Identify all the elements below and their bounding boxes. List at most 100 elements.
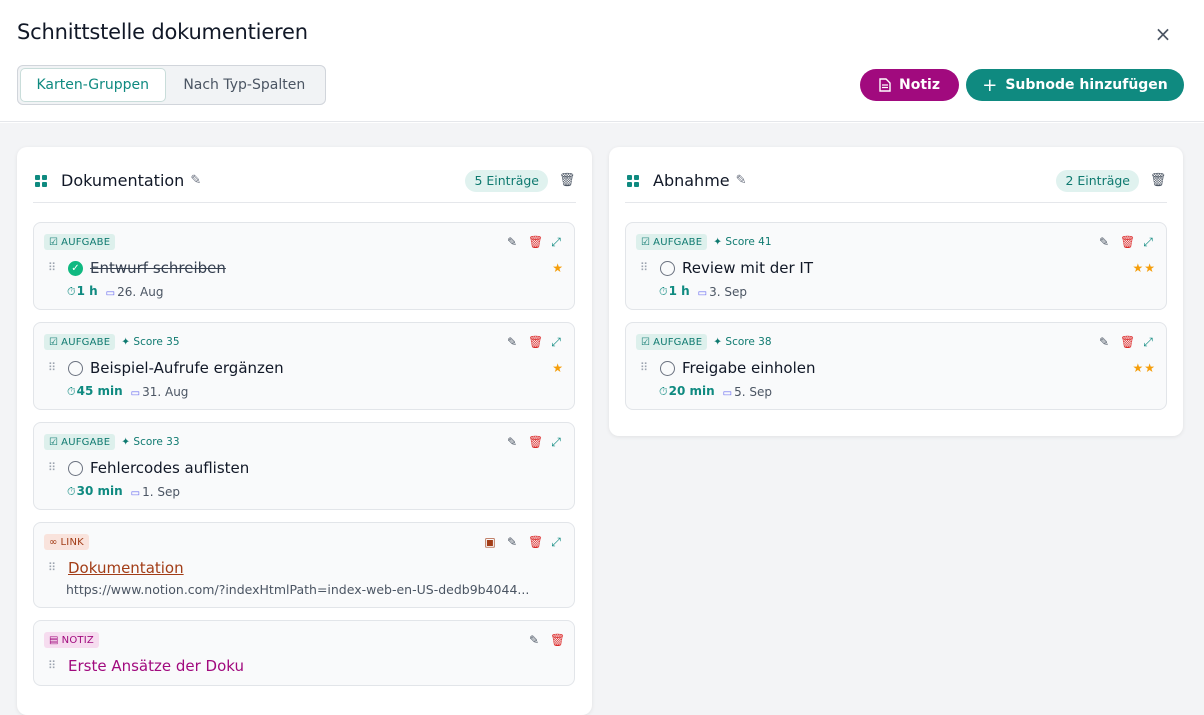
- stopwatch-icon: ⏱: [659, 385, 668, 398]
- duration: 30 min: [76, 484, 123, 498]
- add-subnode-button[interactable]: + Subnode hinzufügen: [966, 69, 1184, 101]
- group-title: Abnahme: [653, 171, 730, 190]
- task-tag: ☑ AUFGABE: [44, 234, 116, 250]
- dialog-header: Schnittstelle dokumentieren × Karten-Gru…: [0, 0, 1204, 122]
- tab-nach-typ-spalten[interactable]: Nach Typ-Spalten: [166, 68, 323, 102]
- add-note-label: Notiz: [899, 77, 940, 93]
- trash-icon[interactable]: 🗑: [528, 335, 543, 349]
- pencil-icon[interactable]: ✎: [190, 173, 201, 188]
- priority-stars: ★★: [1132, 361, 1156, 375]
- drag-handle-icon[interactable]: ⠿: [48, 262, 56, 273]
- task-card[interactable]: ☑ AUFGABE ✦ Score 41 ✎ 🗑 ⤢ ⠿ Review mit d…: [625, 222, 1167, 310]
- status-circle-icon[interactable]: [68, 460, 83, 476]
- trash-icon[interactable]: 🗑: [528, 435, 543, 449]
- trash-icon[interactable]: 🗑: [528, 535, 543, 549]
- group-title: Dokumentation: [61, 171, 185, 190]
- task-card[interactable]: ☑ AUFGABE ✦ Score 33 ✎ 🗑 ⤢ ⠿ Fehlercodes …: [33, 422, 575, 510]
- link-title[interactable]: Dokumentation: [68, 559, 184, 577]
- drag-handle-icon[interactable]: ⠿: [48, 660, 56, 671]
- status-circle-icon[interactable]: [660, 360, 675, 376]
- status-circle-icon[interactable]: [660, 260, 675, 276]
- calendar-icon: ▭: [722, 387, 733, 399]
- checkbox-icon: ☑: [49, 336, 59, 348]
- task-tag: ☑ AUFGABE: [636, 334, 708, 350]
- trash-icon[interactable]: 🗑: [1149, 173, 1167, 188]
- duration: 20 min: [668, 384, 715, 398]
- grid-icon: [627, 174, 639, 187]
- document-icon: ▤: [49, 634, 59, 646]
- checkbox-icon: ☑: [641, 236, 651, 248]
- pencil-icon[interactable]: ✎: [1098, 335, 1110, 349]
- pencil-icon[interactable]: ✎: [736, 173, 747, 188]
- task-card[interactable]: ☑ AUFGABE ✦ Score 38 ✎ 🗑 ⤢ ⠿ Freigabe ein…: [625, 322, 1167, 410]
- add-note-button[interactable]: Notiz: [860, 69, 959, 101]
- calendar-icon: ▭: [130, 387, 141, 399]
- task-card[interactable]: ☑ AUFGABE ✎ 🗑 ⤢ ⠿ ✓ Entwurf schreiben ★ ⏱…: [33, 222, 575, 310]
- trash-icon[interactable]: 🗑: [558, 173, 576, 188]
- task-tag: ☑ AUFGABE: [636, 234, 708, 250]
- close-icon[interactable]: ×: [1150, 22, 1176, 46]
- priority-stars: ★★: [1132, 261, 1156, 275]
- due-date: 31. Aug: [142, 384, 189, 399]
- plus-icon: +: [982, 74, 998, 96]
- score-label: ✦ Score 35: [121, 336, 180, 348]
- task-tag: ☑ AUFGABE: [44, 334, 116, 350]
- group-header: Abnahme ✎ 2 Einträge 🗑: [625, 159, 1167, 203]
- expand-icon[interactable]: ⤢: [1142, 335, 1154, 349]
- stopwatch-icon: ⏱: [67, 385, 76, 398]
- add-subnode-label: Subnode hinzufügen: [1005, 77, 1168, 93]
- count-badge: 2 Einträge: [1056, 169, 1139, 192]
- stopwatch-icon: ⏱: [67, 285, 76, 298]
- drag-handle-icon[interactable]: ⠿: [640, 262, 648, 273]
- expand-icon[interactable]: ⤢: [550, 435, 562, 449]
- duration: 1 h: [76, 284, 98, 298]
- drag-handle-icon[interactable]: ⠿: [48, 462, 56, 473]
- view-toggle: Karten-Gruppen Nach Typ-Spalten: [17, 65, 326, 105]
- pencil-icon[interactable]: ✎: [1098, 235, 1110, 249]
- pencil-icon[interactable]: ✎: [506, 235, 518, 249]
- check-circle-icon[interactable]: ✓: [68, 260, 83, 276]
- trash-icon[interactable]: 🗑: [1120, 335, 1135, 349]
- calendar-icon: ▭: [697, 287, 708, 299]
- stopwatch-icon: ⏱: [67, 485, 76, 498]
- expand-icon[interactable]: ⤢: [1142, 235, 1154, 249]
- pencil-icon[interactable]: ✎: [506, 335, 518, 349]
- score-label: ✦ Score 41: [713, 236, 772, 248]
- link-card[interactable]: ∞ LINK ▣ ✎ 🗑 ⤢ ⠿ Dokumentation https://ww…: [33, 522, 575, 608]
- tab-karten-gruppen[interactable]: Karten-Gruppen: [20, 68, 166, 102]
- calendar-icon[interactable]: ▣: [484, 535, 496, 549]
- link-tag: ∞ LINK: [44, 534, 89, 550]
- pencil-icon[interactable]: ✎: [506, 435, 518, 449]
- checkbox-icon: ☑: [49, 236, 59, 248]
- link-icon: ∞: [49, 536, 58, 548]
- dialog-title: Schnittstelle dokumentieren: [17, 20, 308, 44]
- group-abnahme: Abnahme ✎ 2 Einträge 🗑 ☑ AUFGABE ✦ Score …: [609, 147, 1183, 436]
- pencil-icon[interactable]: ✎: [528, 633, 540, 647]
- priority-stars: ★: [552, 261, 564, 275]
- expand-icon[interactable]: ⤢: [550, 335, 562, 349]
- drag-handle-icon[interactable]: ⠿: [48, 362, 56, 373]
- due-date: 26. Aug: [117, 284, 164, 299]
- drag-handle-icon[interactable]: ⠿: [48, 562, 56, 573]
- duration: 45 min: [76, 384, 123, 398]
- trash-icon[interactable]: 🗑: [1120, 235, 1135, 249]
- note-card[interactable]: ▤ NOTIZ ✎ 🗑 ⠿ Erste Ansätze der Doku: [33, 620, 575, 686]
- expand-icon[interactable]: ⤢: [550, 535, 562, 549]
- expand-icon[interactable]: ⤢: [550, 235, 562, 249]
- note-title[interactable]: Erste Ansätze der Doku: [68, 657, 244, 675]
- due-date: 1. Sep: [142, 484, 180, 499]
- score-label: ✦ Score 38: [713, 336, 772, 348]
- priority-stars: ★: [552, 361, 564, 375]
- trash-icon[interactable]: 🗑: [550, 633, 565, 647]
- drag-handle-icon[interactable]: ⠿: [640, 362, 648, 373]
- stopwatch-icon: ⏱: [659, 285, 668, 298]
- task-card[interactable]: ☑ AUFGABE ✦ Score 35 ✎ 🗑 ⤢ ⠿ Beispiel-Auf…: [33, 322, 575, 410]
- task-title: Review mit der IT: [682, 259, 813, 277]
- status-circle-icon[interactable]: [68, 360, 83, 376]
- checkbox-icon: ☑: [49, 436, 59, 448]
- trash-icon[interactable]: 🗑: [528, 235, 543, 249]
- count-badge: 5 Einträge: [465, 169, 548, 192]
- calendar-icon: ▭: [105, 287, 116, 299]
- task-title: Fehlercodes auflisten: [90, 459, 250, 477]
- pencil-icon[interactable]: ✎: [506, 535, 518, 549]
